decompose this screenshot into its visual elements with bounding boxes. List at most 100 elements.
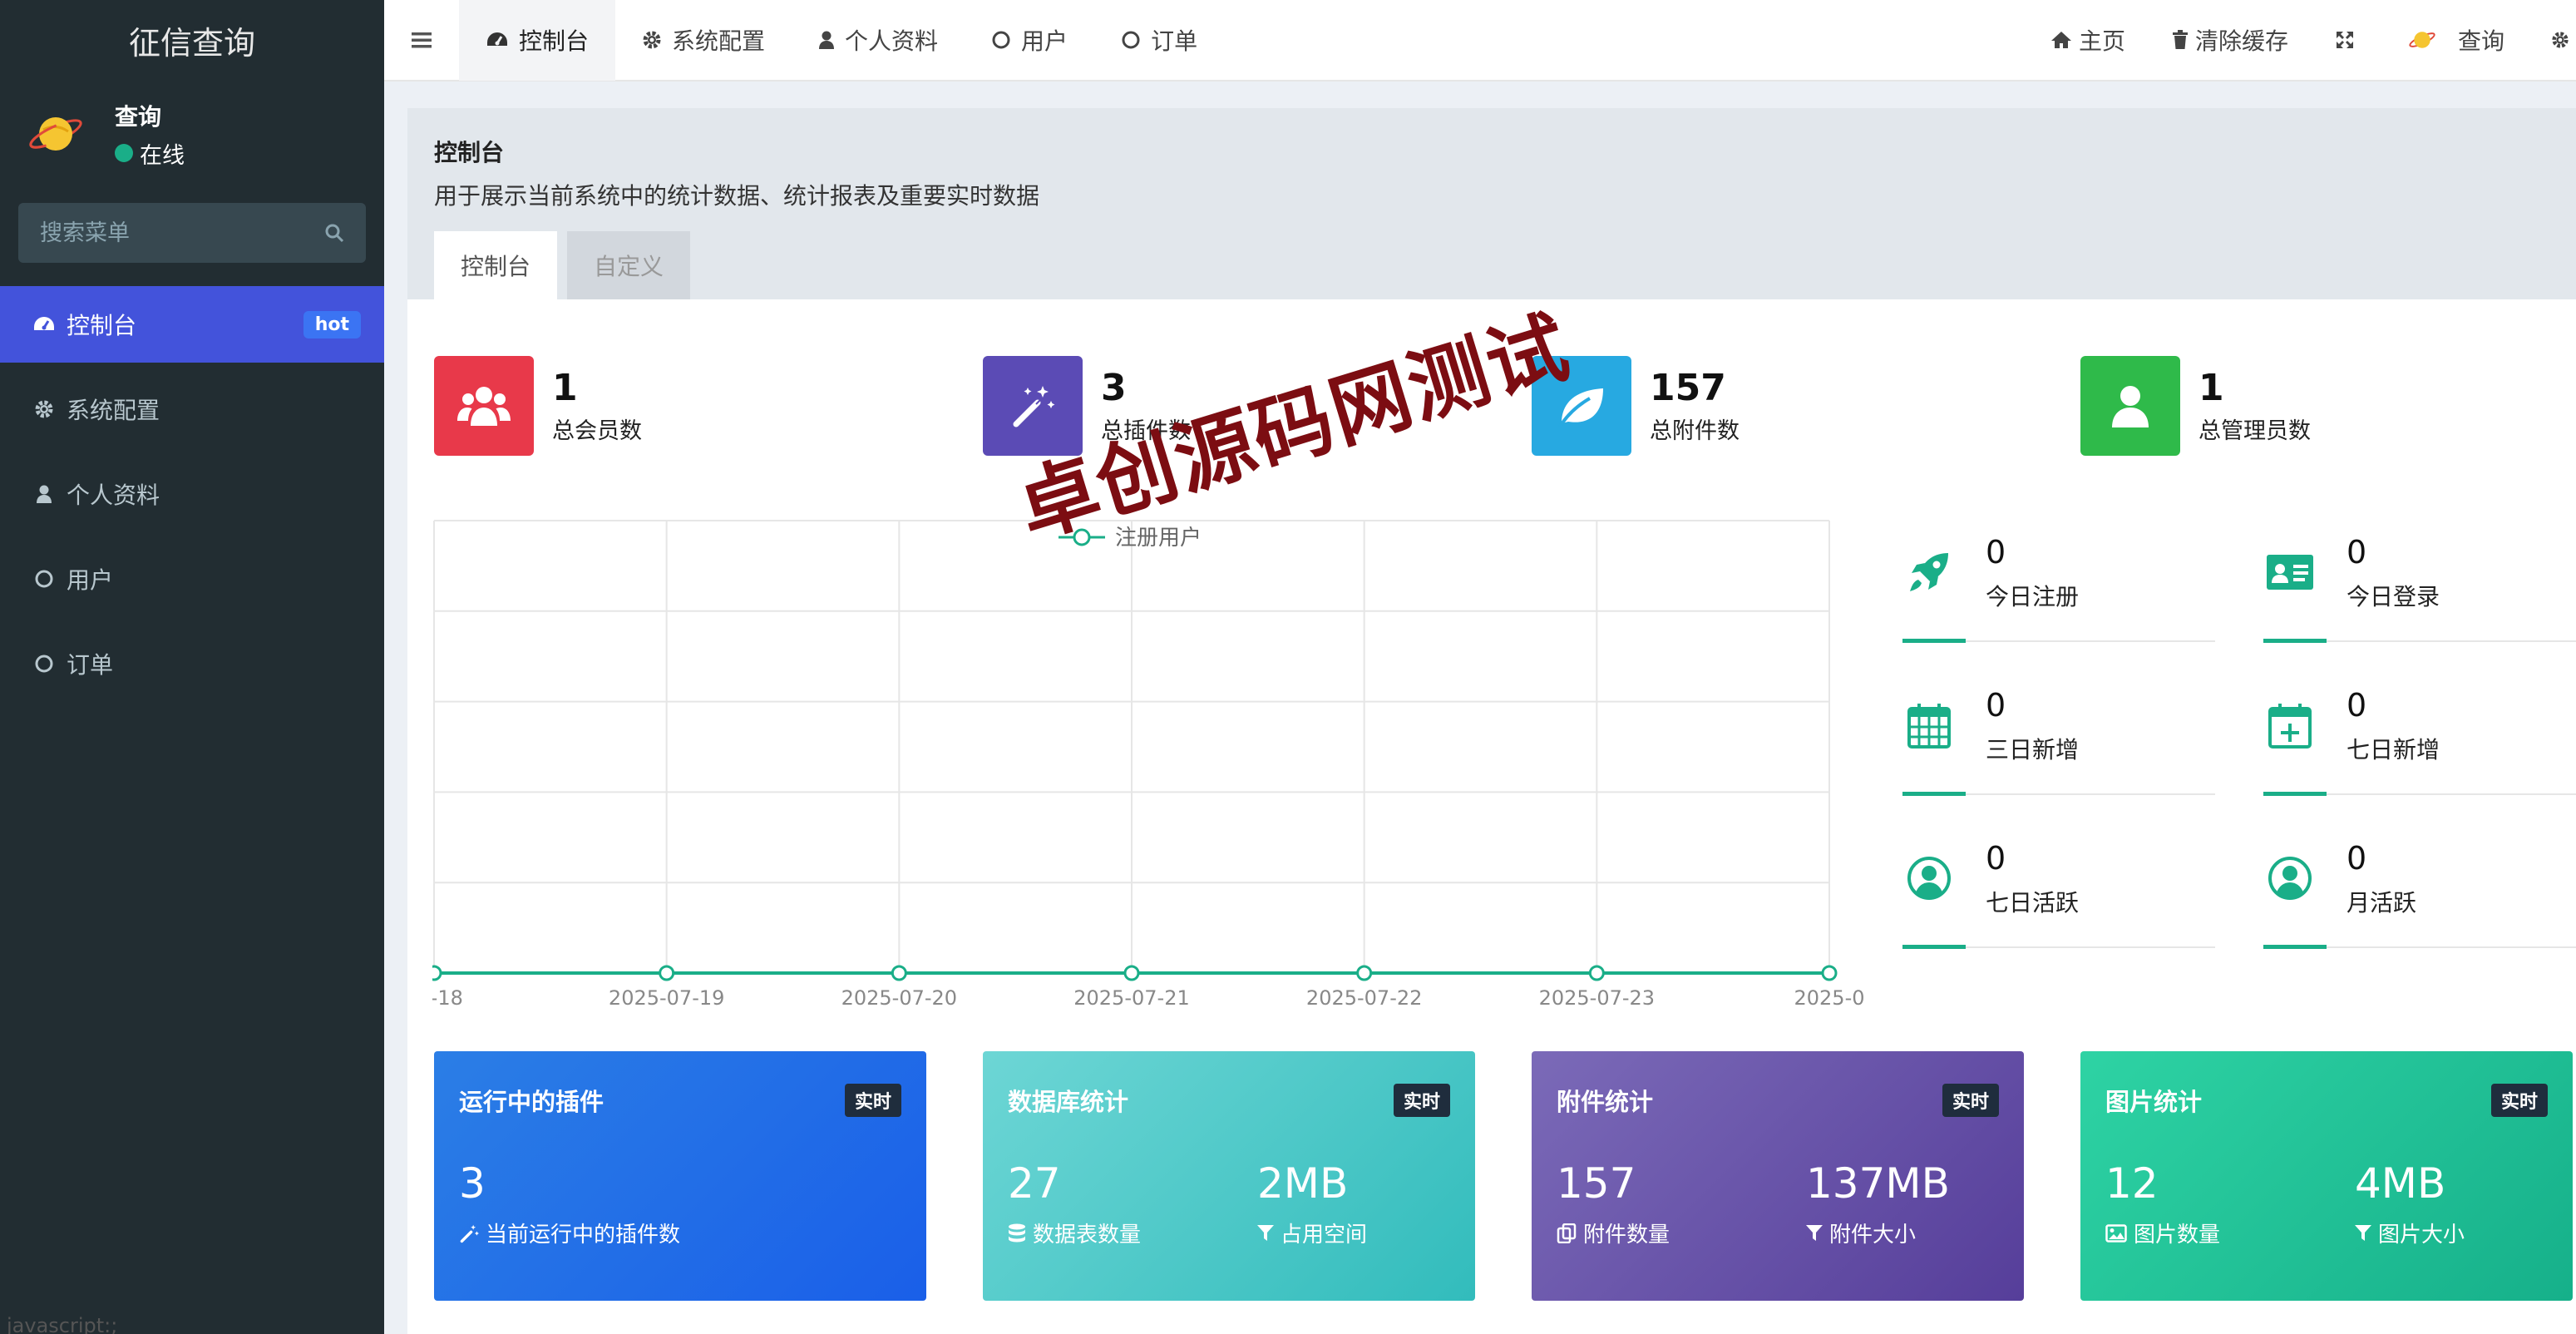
sidebar-item-label: 订单: [67, 651, 114, 679]
avatar: [29, 117, 82, 151]
mini-stat-label: 今日注册: [1986, 583, 2080, 610]
hot-badge: hot: [303, 310, 361, 338]
card-title: 图片统计: [2105, 1088, 2203, 1116]
tab-label: 用户: [1021, 27, 1068, 55]
tab-system-config[interactable]: 系统配置: [615, 0, 792, 81]
stat-label: 总附件数: [1650, 418, 1740, 444]
trash-icon: [2172, 30, 2189, 50]
online-dot-icon: [115, 144, 133, 162]
mini-stat-value: 0: [1986, 534, 2006, 571]
card-attachment-stats: 附件统计 实时 157 附件数量 137MB 附件大小: [1532, 1051, 2024, 1301]
x-tick-label: 2025-07-19: [609, 986, 724, 1010]
settings-button[interactable]: [2528, 30, 2576, 50]
sidebar-item-dashboard[interactable]: 控制台 hot: [0, 286, 384, 363]
home-link[interactable]: 主页: [2027, 23, 2149, 57]
search-icon[interactable]: [324, 223, 344, 243]
user-icon: [2080, 356, 2180, 456]
mini-stat-label: 三日新增: [1986, 736, 2080, 763]
card-metric: 157 附件数量: [1557, 1159, 1670, 1248]
x-tick-label: 2025-07-23: [1539, 986, 1655, 1010]
mini-stat-label: 七日活跃: [1986, 889, 2080, 917]
mini-stat-three-day-new: 0 三日新增: [1902, 687, 2215, 796]
filter-icon: [2355, 1224, 2371, 1243]
circle-icon: [32, 569, 57, 589]
circle-icon: [32, 654, 57, 674]
tab-label: 订单: [1151, 27, 1198, 55]
clear-cache-label: 清除缓存: [2194, 27, 2288, 55]
gear-icon: [642, 30, 662, 50]
stat-label: 总会员数: [552, 418, 642, 444]
sidebar-item-system-config[interactable]: 系统配置: [0, 371, 384, 447]
content-tabs: 控制台 自定义: [434, 231, 700, 299]
sidebar-menu: 控制台 hot 系统配置 个人资料 用户 订单: [0, 286, 384, 702]
user-name: 查询: [115, 102, 162, 131]
mini-stat-today-register: 0 今日注册: [1902, 534, 2215, 643]
calendar-icon: [1902, 699, 1956, 752]
card-label: 占用空间: [1281, 1223, 1368, 1248]
top-header: 控制台 系统配置 个人资料 用户 订单 主页 清除缓存 查询: [384, 0, 2576, 82]
mini-stat-label: 今日登录: [2347, 583, 2440, 610]
mini-stat-divider: [1902, 639, 2215, 643]
card-metric: 2MB 占用空间: [1257, 1159, 1367, 1248]
clear-cache-button[interactable]: 清除缓存: [2149, 23, 2312, 57]
page-title: 控制台: [434, 139, 505, 166]
realtime-badge: 实时: [844, 1084, 901, 1117]
sidebar-item-users[interactable]: 用户: [0, 541, 384, 617]
card-sub: 图片数量: [2105, 1218, 2220, 1248]
mini-stat-value: 0: [2347, 534, 2367, 571]
home-label: 主页: [2078, 27, 2125, 55]
tab-orders[interactable]: 订单: [1094, 0, 1224, 81]
stat-value: 157: [1650, 367, 1726, 409]
tab-profile[interactable]: 个人资料: [792, 0, 965, 81]
realtime-badge: 实时: [1393, 1084, 1450, 1117]
card-running-plugins: 运行中的插件 实时 3 当前运行中的插件数: [434, 1051, 926, 1301]
card-value: 12: [2105, 1159, 2159, 1208]
card-metric: 12 图片数量: [2105, 1159, 2220, 1248]
card-title: 运行中的插件: [459, 1088, 605, 1116]
user-icon: [818, 30, 835, 50]
card-label: 当前运行中的插件数: [486, 1223, 681, 1248]
user-panel: 查询 在线: [0, 80, 384, 188]
tab-dashboard[interactable]: 控制台: [459, 0, 616, 81]
fullscreen-button[interactable]: [2312, 30, 2385, 50]
mini-stat-divider: [2263, 792, 2576, 796]
x-tick-label: 2025-0: [1794, 986, 1864, 1010]
x-tick-label: 2025-07-22: [1306, 986, 1422, 1010]
card-sub: 附件数量: [1557, 1218, 1670, 1248]
sidebar-item-label: 控制台: [67, 312, 137, 339]
tab-users[interactable]: 用户: [965, 0, 1094, 81]
card-database-stats: 数据库统计 实时 27 数据表数量 2MB 占用空间: [983, 1051, 1475, 1301]
calendar-plus-icon: [2263, 699, 2317, 752]
card-image-stats: 图片统计 实时 12 图片数量 4MB 图片大小: [2080, 1051, 2573, 1301]
mini-stat-value: 0: [2347, 840, 2367, 877]
tab-custom[interactable]: 自定义: [567, 231, 691, 299]
card-label: 附件大小: [1829, 1223, 1917, 1248]
data-point: [1821, 965, 1838, 981]
user-circle-icon: [2263, 852, 2317, 905]
card-value: 27: [1008, 1159, 1061, 1208]
card-label: 附件数量: [1583, 1223, 1670, 1248]
page-description: 用于展示当前系统中的统计数据、统计报表及重要实时数据: [434, 182, 1040, 210]
realtime-badge: 实时: [1942, 1084, 1999, 1117]
app-brand[interactable]: 征信查询: [0, 0, 384, 80]
rocket-icon: [1902, 546, 1956, 599]
user-menu[interactable]: 查询: [2385, 23, 2528, 57]
tab-console[interactable]: 控制台: [434, 231, 558, 299]
menu-toggle-icon[interactable]: [384, 0, 459, 81]
card-title: 数据库统计: [1008, 1088, 1129, 1116]
sidebar-item-profile[interactable]: 个人资料: [0, 456, 384, 532]
card-metric: 3 当前运行中的插件数: [459, 1159, 680, 1248]
card-metric: 27 数据表数量: [1008, 1159, 1141, 1248]
id-card-icon: [2263, 546, 2317, 599]
status-bar-text: javascript:;: [7, 1314, 118, 1334]
card-metric: 4MB 图片大小: [2355, 1159, 2465, 1248]
sidebar-item-label: 个人资料: [67, 482, 160, 509]
mini-stat-today-login: 0 今日登录: [2263, 534, 2576, 643]
sidebar-search-input[interactable]: [40, 220, 324, 246]
sidebar-item-orders[interactable]: 订单: [0, 625, 384, 702]
image-icon: [2105, 1223, 2127, 1243]
user-status: 在线: [115, 137, 185, 170]
mini-stat-seven-day-new: 0 七日新增: [2263, 687, 2576, 796]
user-circle-icon: [1902, 852, 1956, 905]
circle-icon: [991, 30, 1011, 50]
